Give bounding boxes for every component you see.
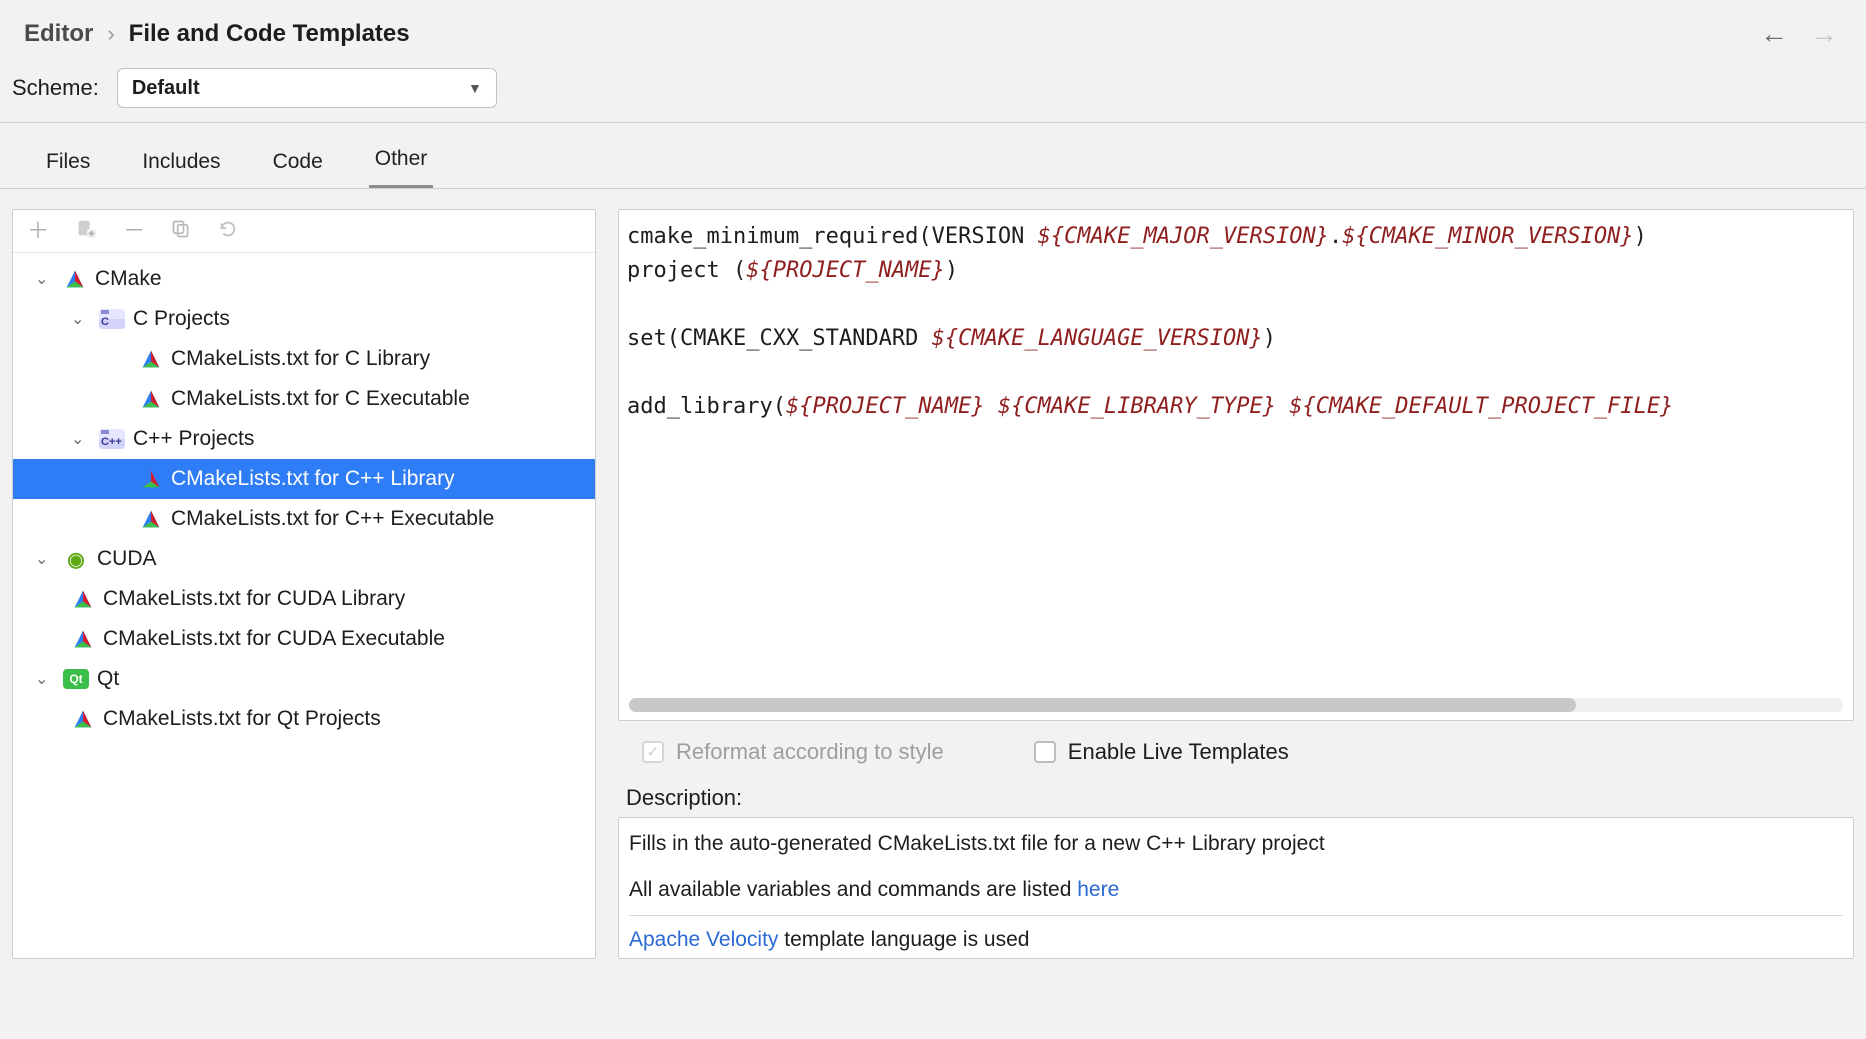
tree-label: CMakeLists.txt for C Library [171,347,430,371]
chevron-down-icon[interactable]: ⌄ [71,429,91,449]
apache-velocity-link[interactable]: Apache Velocity [629,928,778,951]
tree-label: CMakeLists.txt for CUDA Executable [103,627,445,651]
tab-includes[interactable]: Includes [136,150,226,188]
chevron-right-icon: › [107,21,114,47]
tab-other[interactable]: Other [369,147,434,188]
breadcrumb-page: File and Code Templates [129,20,410,48]
tree-item-cpp-executable[interactable]: CMakeLists.txt for C++ Executable [13,499,595,539]
cmake-icon [139,467,163,491]
tree-node-cuda[interactable]: ⌄ ◉ CUDA [13,539,595,579]
nvidia-icon: ◉ [63,550,89,568]
cmake-icon [71,707,95,731]
cmake-icon [139,387,163,411]
chevron-down-icon: ▼ [468,80,482,96]
cmake-icon [63,267,87,291]
cmake-icon [139,507,163,531]
tree-label: C Projects [133,307,230,331]
scheme-select[interactable]: Default ▼ [117,68,497,108]
cmake-icon [71,587,95,611]
checkbox-icon [1034,741,1056,763]
template-tabs: Files Includes Code Other [0,147,1866,189]
breadcrumb: Editor › File and Code Templates [24,20,410,48]
cmake-icon [71,627,95,651]
description-text: Fills in the auto-generated CMakeLists.t… [629,828,1843,860]
enable-live-templates-checkbox[interactable]: Enable Live Templates [1034,739,1289,765]
tree-label: CMakeLists.txt for CUDA Library [103,587,405,611]
tree-label: Qt [97,667,119,691]
tree-item-cuda-library[interactable]: CMakeLists.txt for CUDA Library [13,579,595,619]
scheme-value: Default [132,77,200,100]
c-language-icon: C [99,309,125,329]
tab-files[interactable]: Files [40,150,96,188]
tree-label: C++ Projects [133,427,254,451]
description-box: Fills in the auto-generated CMakeLists.t… [618,817,1854,959]
tree-item-c-library[interactable]: CMakeLists.txt for C Library [13,339,595,379]
tree-node-qt[interactable]: ⌄ Qt Qt [13,659,595,699]
tree-node-cpp-projects[interactable]: ⌄ C++ C++ Projects [13,419,595,459]
tree-label: CMakeLists.txt for C Executable [171,387,470,411]
tree-item-cuda-executable[interactable]: CMakeLists.txt for CUDA Executable [13,619,595,659]
reformat-label: Reformat according to style [676,739,944,765]
tree-label: CMakeLists.txt for C++ Library [171,467,455,491]
tree-item-cpp-library[interactable]: CMakeLists.txt for C++ Library [13,459,595,499]
revert-icon[interactable] [217,218,239,244]
scheme-label: Scheme: [12,75,99,101]
chevron-down-icon[interactable]: ⌄ [35,549,55,569]
tab-code[interactable]: Code [267,150,329,188]
add-from-template-icon[interactable] [75,218,97,244]
templates-tree[interactable]: ⌄ CMake ⌄ C C Projects CMakeLists.txt fo… [13,253,595,757]
templates-toolbar: ＋ － [13,210,595,253]
add-template-icon[interactable]: ＋ [27,220,49,242]
description-text: Apache Velocity template language is use… [629,924,1843,956]
tree-item-c-executable[interactable]: CMakeLists.txt for C Executable [13,379,595,419]
tree-item-qt-projects[interactable]: CMakeLists.txt for Qt Projects [13,699,595,739]
description-label: Description: [618,769,1854,817]
tree-label: CMakeLists.txt for Qt Projects [103,707,381,731]
description-text: All available variables and commands are… [629,874,1843,906]
tree-node-cmake[interactable]: ⌄ CMake [13,259,595,299]
chevron-down-icon[interactable]: ⌄ [35,669,55,689]
remove-template-icon[interactable]: － [123,220,145,242]
qt-icon: Qt [63,669,89,689]
horizontal-scrollbar[interactable] [629,698,1843,712]
breadcrumb-root[interactable]: Editor [24,20,93,48]
forward-arrow-icon: → [1810,18,1838,50]
tree-label: CMake [95,267,162,291]
tree-label: CUDA [97,547,157,571]
cpp-language-icon: C++ [99,429,125,449]
templates-panel: ＋ － ⌄ CMake ⌄ C C Projects [12,209,596,959]
chevron-down-icon[interactable]: ⌄ [35,269,55,289]
checkbox-icon: ✓ [642,741,664,763]
variables-link[interactable]: here [1077,878,1119,901]
live-templates-label: Enable Live Templates [1068,739,1289,765]
tree-label: CMakeLists.txt for C++ Executable [171,507,494,531]
chevron-down-icon[interactable]: ⌄ [71,309,91,329]
copy-template-icon[interactable] [171,219,191,243]
template-editor[interactable]: cmake_minimum_required(VERSION ${CMAKE_M… [618,209,1854,721]
back-arrow-icon[interactable]: ← [1760,18,1788,50]
cmake-icon [139,347,163,371]
reformat-checkbox: ✓ Reformat according to style [642,739,944,765]
tree-node-c-projects[interactable]: ⌄ C C Projects [13,299,595,339]
